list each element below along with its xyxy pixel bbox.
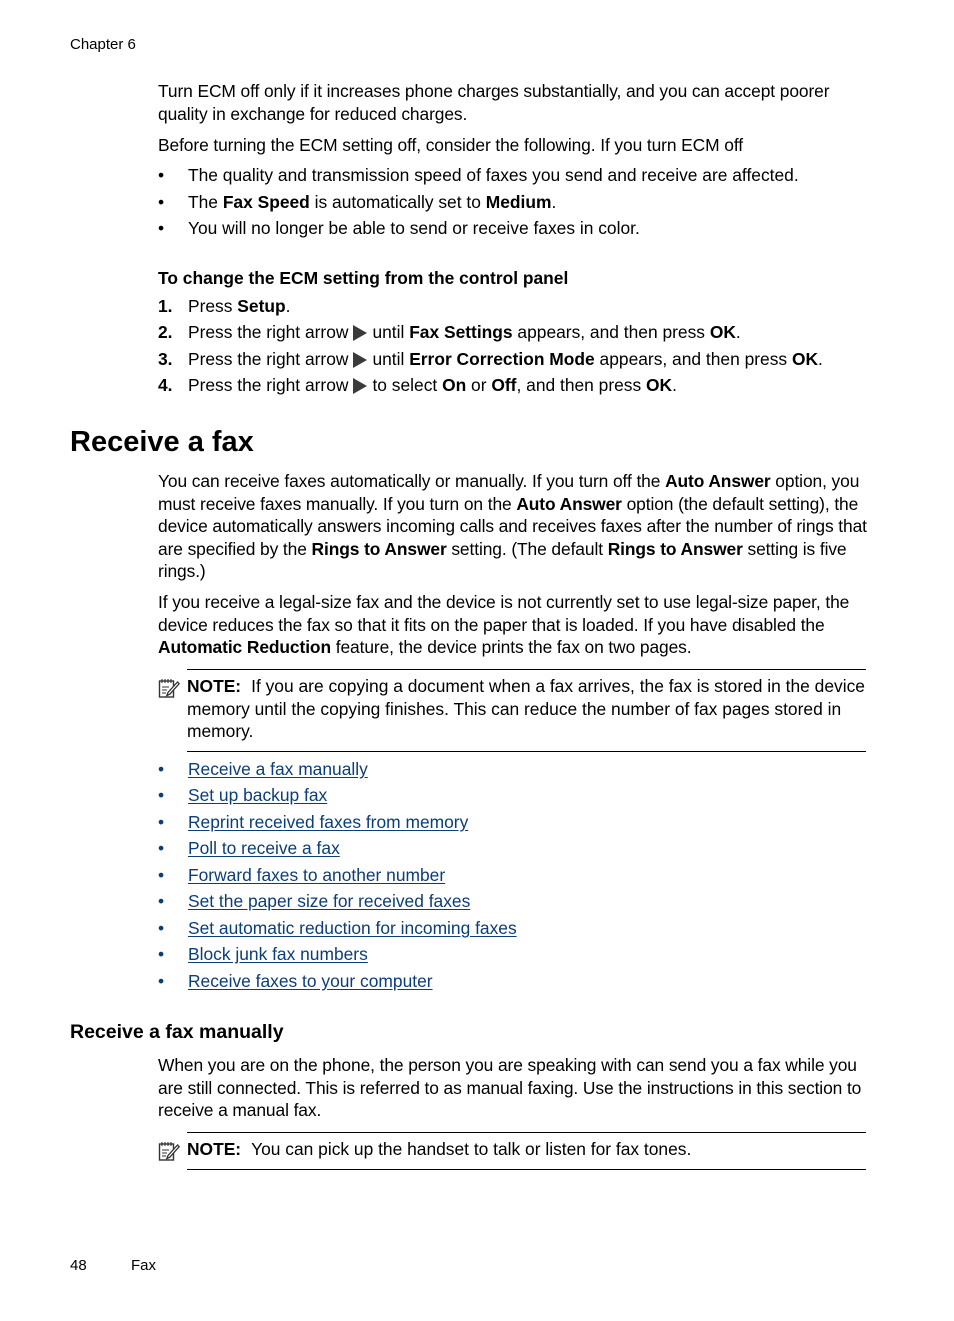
note-icon bbox=[158, 679, 180, 698]
bullet-text: The Fax Speed is automatically set to Me… bbox=[188, 192, 557, 212]
right-arrow-icon bbox=[353, 378, 368, 394]
page-number: 48 bbox=[70, 1257, 87, 1274]
note-text: NOTE: If you are copying a document when … bbox=[187, 676, 865, 742]
note-text: NOTE: You can pick up the handset to talk… bbox=[187, 1139, 692, 1159]
right-arrow-icon bbox=[353, 325, 368, 341]
step-text: Press the right arrow to select On or Off… bbox=[188, 375, 677, 395]
link-receive-fax-manually[interactable]: Receive a fax manually bbox=[188, 758, 368, 781]
procedure-title: To change the ECM setting from the contr… bbox=[158, 268, 569, 288]
note-label: NOTE: bbox=[187, 676, 242, 696]
link-forward-faxes[interactable]: Forward faxes to another number bbox=[188, 864, 445, 887]
bullet-dot: • bbox=[158, 218, 165, 238]
note-icon bbox=[158, 1142, 180, 1161]
bullet-dot: • bbox=[158, 192, 165, 212]
note-box: NOTE: You can pick up the handset to talk… bbox=[187, 1132, 866, 1170]
link-reprint-received-faxes[interactable]: Reprint received faxes from memory bbox=[188, 811, 468, 834]
fax-speed-term: Fax Speed bbox=[222, 192, 310, 212]
medium-term: Medium bbox=[485, 192, 552, 212]
note-label: NOTE: bbox=[187, 1139, 242, 1159]
chapter-header: Chapter 6 bbox=[70, 36, 136, 53]
bullet-text: You will no longer be able to send or re… bbox=[188, 218, 640, 238]
step-number: 4. bbox=[158, 375, 173, 395]
step-number: 1. bbox=[158, 296, 173, 316]
receive-paragraph-1: You can receive faxes automatically or m… bbox=[158, 471, 867, 582]
link-automatic-reduction[interactable]: Set automatic reduction for incoming fax… bbox=[188, 917, 517, 940]
step-text: Press the right arrow until Error Correct… bbox=[188, 349, 823, 369]
ecm-paragraph-1: Turn ECM off only if it increases phone … bbox=[158, 81, 830, 124]
manual-paragraph: When you are on the phone, the person yo… bbox=[158, 1055, 862, 1121]
link-block-junk-fax[interactable]: Block junk fax numbers bbox=[188, 943, 368, 966]
note-box: NOTE: If you are copying a document when … bbox=[187, 669, 866, 752]
link-poll-to-receive[interactable]: Poll to receive a fax bbox=[188, 837, 340, 860]
step-number: 2. bbox=[158, 322, 173, 342]
step-text: Press the right arrow until Fax Settings … bbox=[188, 322, 741, 342]
ecm-paragraph-2: Before turning the ECM setting off, cons… bbox=[158, 135, 743, 155]
bullet-text: The quality and transmission speed of fa… bbox=[188, 165, 799, 185]
link-receive-to-computer[interactable]: Receive faxes to your computer bbox=[188, 970, 433, 993]
subsection-title: Receive a fax manually bbox=[70, 1021, 284, 1043]
link-set-up-backup-fax[interactable]: Set up backup fax bbox=[188, 784, 327, 807]
step-text: Press Setup. bbox=[188, 296, 291, 316]
receive-paragraph-2: If you receive a legal-size fax and the … bbox=[158, 592, 850, 658]
link-set-paper-size[interactable]: Set the paper size for received faxes bbox=[188, 890, 470, 913]
section-title: Receive a fax bbox=[70, 426, 254, 458]
bullet-dot: • bbox=[158, 165, 165, 185]
step-number: 3. bbox=[158, 349, 173, 369]
footer-section-title: Fax bbox=[131, 1257, 157, 1274]
right-arrow-icon bbox=[353, 352, 368, 368]
